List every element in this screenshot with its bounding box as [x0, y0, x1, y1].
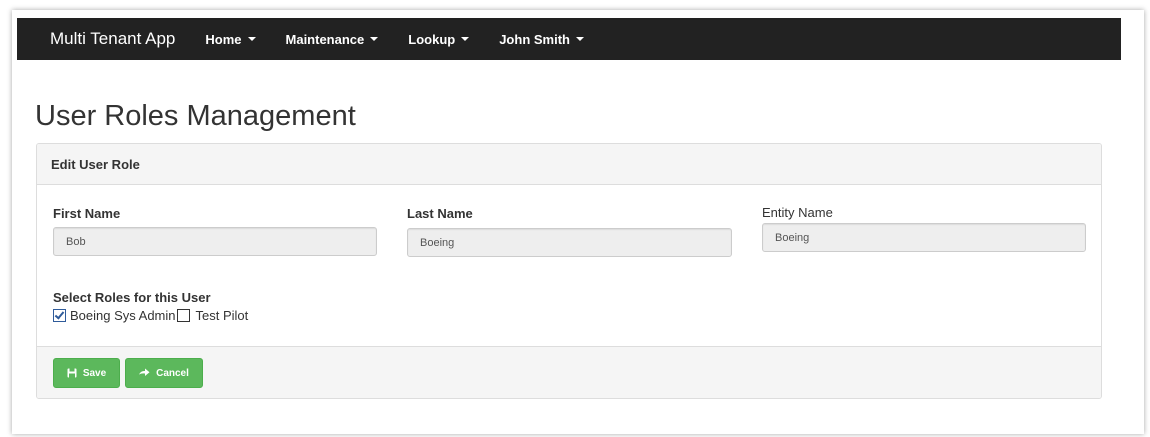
checkmark-icon — [54, 309, 65, 320]
nav-lookup-dropdown[interactable]: Lookup — [393, 32, 484, 47]
page-title: User Roles Management — [35, 100, 356, 132]
navbar: Multi Tenant App Home Maintenance Lookup… — [17, 18, 1121, 60]
last-name-input[interactable] — [407, 228, 732, 257]
caret-down-icon — [575, 37, 584, 41]
cancel-button-label: Cancel — [156, 367, 189, 379]
nav-home-label: Home — [205, 31, 242, 47]
caret-down-icon — [370, 37, 379, 41]
first-name-label: First Name — [53, 206, 121, 221]
panel-footer: Save Cancel — [37, 346, 1101, 398]
first-name-input[interactable] — [53, 227, 377, 256]
caret-down-icon — [247, 37, 256, 41]
entity-name-input[interactable] — [762, 223, 1086, 252]
edit-user-role-panel: Edit User Role First Name Last Name Enti… — [36, 143, 1102, 399]
save-button[interactable]: Save — [53, 358, 120, 388]
role-label-test-pilot: Test Pilot — [195, 308, 249, 323]
nav-maintenance-label: Maintenance — [285, 31, 365, 47]
roles-checkbox-group: Boeing Sys Admin Test Pilot — [53, 308, 248, 323]
nav-maintenance-dropdown[interactable]: Maintenance — [271, 32, 394, 47]
panel-heading: Edit User Role — [37, 144, 1101, 185]
arrow-right-icon — [139, 368, 150, 378]
nav-user-label: John Smith — [499, 31, 570, 47]
role-checkbox-test-pilot[interactable] — [176, 309, 190, 322]
nav-lookup-label: Lookup — [408, 31, 456, 47]
nav-home-dropdown[interactable]: Home — [190, 32, 270, 47]
role-checkbox-boeing-sys-admin[interactable] — [53, 309, 66, 322]
entity-name-label: Entity Name — [762, 205, 833, 220]
panel-heading-title: Edit User Role — [51, 156, 140, 172]
last-name-label: Last Name — [407, 206, 473, 221]
roles-label: Select Roles for this User — [53, 290, 211, 305]
navbar-brand[interactable]: Multi Tenant App — [50, 29, 175, 49]
cancel-button[interactable]: Cancel — [125, 358, 203, 388]
nav-user-dropdown[interactable]: John Smith — [484, 32, 599, 47]
floppy-disk-icon — [67, 368, 77, 378]
caret-down-icon — [461, 37, 470, 41]
save-button-label: Save — [82, 367, 107, 379]
role-label-boeing-sys-admin: Boeing Sys Admin — [70, 308, 176, 323]
